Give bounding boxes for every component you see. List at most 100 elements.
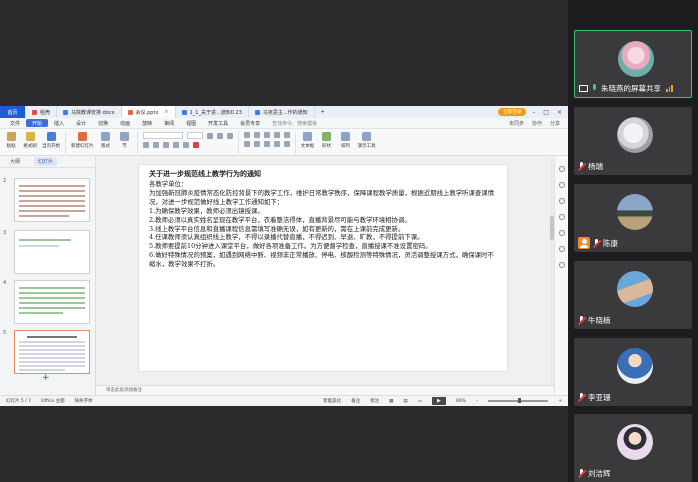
justify-icon[interactable] xyxy=(273,141,280,147)
tab-notice-1[interactable]: 1_1_关于进...通知0.23 xyxy=(176,106,249,118)
notes-area[interactable]: 单击此处添加备注 xyxy=(96,385,554,395)
tab-doc-schedule[interactable]: 马院教课安排.docx xyxy=(57,106,122,118)
underline-icon[interactable] xyxy=(162,142,169,148)
tab-meeting-pptx[interactable]: 会议.pptx × xyxy=(121,106,176,118)
comments-toggle[interactable]: 批注 xyxy=(370,398,379,404)
menu-view[interactable]: 视图 xyxy=(180,120,202,127)
menu-review[interactable]: 审阅 xyxy=(158,120,180,127)
participant-tile[interactable]: 朱晓燕的屏幕共享 xyxy=(574,30,692,98)
animation-icon[interactable] xyxy=(558,198,565,204)
sorter-view-icon[interactable]: ▤ xyxy=(403,399,407,404)
menu-insert[interactable]: 插入 xyxy=(48,120,70,127)
clear-format-icon[interactable] xyxy=(226,132,233,139)
settings-icon[interactable] xyxy=(558,246,565,252)
slide-paragraph[interactable]: 各教学单位： xyxy=(149,180,497,189)
format-painter-button[interactable]: 格式刷 xyxy=(23,132,37,149)
slide-paragraph[interactable]: 4.任课教师须认真组织线上教学，不得以录播代替直播，不得迟到、早退、旷教，不得提… xyxy=(149,233,497,242)
share-button[interactable]: 分享 xyxy=(550,120,560,127)
shapes-button[interactable]: 形状 xyxy=(320,132,334,149)
slide-thumbnail[interactable] xyxy=(14,178,90,222)
slide-paragraph[interactable]: 为加强新冠肺炎疫情常态化防控背景下的教学工作，维护日常教学秩序，保障课程教学质量… xyxy=(149,189,497,207)
collaborate-button[interactable]: 协作 xyxy=(532,120,542,127)
normal-view-icon[interactable]: ▦ xyxy=(389,399,393,404)
new-tab-button[interactable]: + xyxy=(315,106,331,118)
presentation-tools-button[interactable]: 演示工具 xyxy=(358,132,376,149)
slide-title[interactable]: 关于进一步规范线上教学行为的通知 xyxy=(149,169,497,179)
mic-muted-icon[interactable] xyxy=(577,469,587,478)
close-tab-icon[interactable]: × xyxy=(164,109,168,115)
slide-thumbnail-selected[interactable] xyxy=(14,330,90,374)
shrink-font-icon[interactable] xyxy=(216,132,223,139)
grow-font-icon[interactable] xyxy=(206,132,213,139)
numbering-icon[interactable] xyxy=(253,132,260,138)
slide-thumbnail[interactable] xyxy=(14,230,90,274)
participant-tile[interactable]: 牛晓楠 xyxy=(574,261,692,329)
command-search[interactable]: 查找命令、搜索模板 xyxy=(266,120,323,127)
paste-button[interactable]: 粘贴 xyxy=(4,132,18,149)
mic-muted-icon[interactable] xyxy=(577,316,587,325)
help-icon[interactable] xyxy=(558,230,565,236)
tab-notice-2[interactable]: 马克思主...作的通知 xyxy=(249,106,315,118)
menu-member[interactable]: 会员专享 xyxy=(234,120,266,127)
columns-icon[interactable] xyxy=(283,141,290,147)
slide-paragraph[interactable]: 1.为确保教学效果，教师必须出镜授课。 xyxy=(149,207,497,216)
font-color-icon[interactable] xyxy=(192,142,199,148)
zoom-out-icon[interactable]: – xyxy=(476,399,478,404)
outdent-icon[interactable] xyxy=(273,132,280,138)
indent-icon[interactable] xyxy=(263,132,270,138)
bold-icon[interactable] xyxy=(142,142,149,148)
participant-tile[interactable]: 杨瑞 xyxy=(574,107,692,175)
tab-slides[interactable]: 幻灯片 xyxy=(34,157,58,166)
zoom-slider[interactable] xyxy=(488,398,549,404)
select-icon[interactable] xyxy=(558,166,565,172)
menu-animation[interactable]: 动画 xyxy=(114,120,136,127)
align-right-icon[interactable] xyxy=(263,141,270,147)
play-slideshow-button[interactable]: ▶ xyxy=(431,397,446,405)
line-spacing-icon[interactable] xyxy=(283,132,290,138)
missing-font-button[interactable]: 缺失字体 xyxy=(75,398,93,404)
menu-start[interactable]: 开始 xyxy=(26,119,49,127)
style-icon[interactable] xyxy=(558,182,565,188)
add-slide-button[interactable]: + xyxy=(42,373,50,383)
play-from-current-button[interactable]: 当页开始 xyxy=(42,132,60,149)
strikethrough-icon[interactable] xyxy=(172,142,179,148)
smart-beautify-button[interactable]: 智能美化 xyxy=(323,398,341,404)
menu-developer[interactable]: 开发工具 xyxy=(202,120,234,127)
minimize-icon[interactable]: – xyxy=(532,109,535,116)
reading-view-icon[interactable]: ▭ xyxy=(418,399,422,404)
tab-outline[interactable]: 大纲 xyxy=(6,157,24,166)
close-window-icon[interactable]: × xyxy=(557,109,562,116)
tab-docer[interactable]: 稻壳 xyxy=(26,106,58,118)
slide-paragraph[interactable]: 5.教师要提前10分钟进入课堂平台，做好各项准备工作。为方便督学检查，直播授课不… xyxy=(149,242,497,251)
mic-muted-icon[interactable] xyxy=(577,162,587,171)
font-name-select[interactable] xyxy=(142,132,183,139)
slide-paragraph[interactable]: 6.做好特殊情况的预案，如遇到网络中断、视频非正常播放、停电、核酸检测等特殊情况… xyxy=(149,251,497,269)
participant-tile[interactable]: 李亚珊 xyxy=(574,338,692,406)
textbox-button[interactable]: 文本框 xyxy=(301,132,315,149)
mic-muted-icon[interactable] xyxy=(577,393,587,402)
participant-tile[interactable]: 刘洁辉 xyxy=(574,414,692,482)
sync-status[interactable]: 未同步 xyxy=(509,120,524,127)
shadow-icon[interactable] xyxy=(182,142,189,148)
mic-on-icon[interactable] xyxy=(591,84,598,93)
menu-file[interactable]: 文件 xyxy=(4,120,26,127)
align-left-icon[interactable] xyxy=(243,141,250,147)
notes-toggle[interactable]: 备注 xyxy=(351,398,360,404)
italic-icon[interactable] xyxy=(152,142,159,148)
zoom-in-icon[interactable]: + xyxy=(558,399,562,404)
maximize-icon[interactable]: □ xyxy=(543,109,549,116)
slide-paragraph[interactable]: 2.教师必须以真实姓名呈现在教学平台，衣着整洁得体，直播背景尽可能与教学环境相协… xyxy=(149,216,497,225)
more-icon[interactable] xyxy=(558,262,565,268)
menu-design[interactable]: 设计 xyxy=(70,120,92,127)
transition-icon[interactable] xyxy=(558,214,565,220)
tab-home[interactable]: 首页 xyxy=(0,106,26,118)
slide-canvas[interactable]: 关于进一步规范线上教学行为的通知 各教学单位： 为加强新冠肺炎疫情常态化防控背景… xyxy=(138,164,508,372)
section-button[interactable]: 节 xyxy=(118,132,132,149)
menu-transition[interactable]: 切换 xyxy=(92,120,114,127)
arrange-button[interactable]: 排列 xyxy=(339,132,353,149)
mic-muted-icon[interactable] xyxy=(592,238,602,248)
slide-thumbnail[interactable] xyxy=(14,280,90,324)
layout-button[interactable]: 版式 xyxy=(99,132,113,149)
new-slide-button[interactable]: 新建幻灯片 xyxy=(71,132,94,149)
font-size-select[interactable] xyxy=(186,132,203,139)
